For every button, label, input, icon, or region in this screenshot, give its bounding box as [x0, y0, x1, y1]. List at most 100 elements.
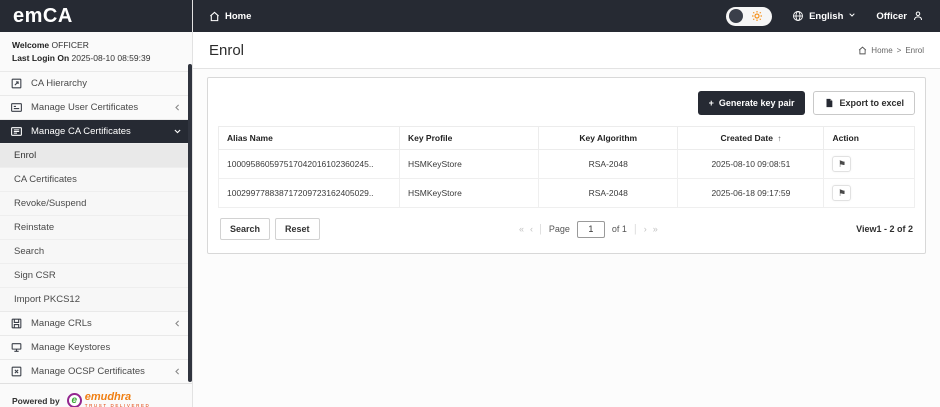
flag-icon: ⚑ [838, 159, 846, 170]
table-row: 100095860597517042016102360245.. HSMKeyS… [219, 150, 915, 179]
home-icon [209, 11, 220, 22]
language-selector[interactable]: English [792, 10, 856, 22]
flag-action-button[interactable]: ⚑ [832, 185, 851, 201]
sidebar-item-label: Manage CA Certificates [31, 126, 131, 137]
pagination: « ‹ | Page of 1 | › » [320, 221, 857, 238]
sidebar-item-enrol[interactable]: Enrol [0, 143, 192, 167]
certificate-icon [10, 125, 23, 138]
person-icon [912, 10, 924, 22]
certificates-table: Alias Name Key Profile Key Algorithm Cre… [218, 126, 915, 208]
page-header: Enrol Home > Enrol [193, 32, 940, 69]
emudhra-logo: e emudhra Trust Delivered [67, 392, 151, 407]
export-to-excel-button[interactable]: Export to excel [813, 91, 915, 115]
toggle-knob-icon [729, 9, 743, 23]
table-header-row: Alias Name Key Profile Key Algorithm Cre… [219, 127, 915, 150]
sidebar: emCA Welcome OFFICER Last Login On 2025-… [0, 0, 193, 407]
excel-file-icon [824, 98, 834, 108]
sidebar-item-manage-ocsp-certificates[interactable]: Manage OCSP Certificates [0, 359, 192, 383]
keystore-icon [10, 341, 23, 354]
breadcrumb-home[interactable]: Home [871, 46, 892, 55]
breadcrumb-current: Enrol [905, 46, 924, 55]
user-label: Officer [876, 11, 907, 22]
chevron-left-icon [173, 319, 182, 328]
topbar-home-link[interactable]: Home [209, 11, 251, 22]
sidebar-footer: Powered by e emudhra Trust Delivered [0, 383, 192, 407]
app-window: emCA Welcome OFFICER Last Login On 2025-… [0, 0, 940, 407]
last-page-button[interactable]: » [653, 224, 657, 234]
enrol-card: + Generate key pair Export to excel Alia… [207, 77, 926, 254]
app-logo: emCA [0, 0, 192, 32]
emudhra-brand-name: emudhra [85, 392, 151, 403]
pager-divider: | [634, 223, 637, 235]
flag-action-button[interactable]: ⚑ [832, 156, 851, 172]
first-page-button[interactable]: « [519, 224, 523, 234]
sidebar-item-reinstate[interactable]: Reinstate [0, 215, 192, 239]
plus-icon: + [709, 98, 714, 108]
sun-icon [751, 10, 763, 22]
save-disk-icon [10, 317, 23, 330]
sidebar-item-manage-crls[interactable]: Manage CRLs [0, 311, 192, 335]
powered-by-label: Powered by [12, 396, 60, 406]
cell-action: ⚑ [824, 179, 915, 208]
main-area: Home English Officer Enrol [193, 0, 940, 407]
previous-page-button[interactable]: ‹ [530, 224, 532, 234]
breadcrumb-separator: > [897, 46, 902, 55]
box-x-icon [10, 365, 23, 378]
cell-key-algorithm: RSA-2048 [539, 179, 678, 208]
theme-toggle[interactable] [726, 7, 772, 26]
page-number-input[interactable] [577, 221, 605, 238]
column-key-profile[interactable]: Key Profile [399, 127, 538, 150]
welcome-block: Welcome OFFICER Last Login On 2025-08-10… [0, 32, 192, 71]
chevron-down-icon [848, 11, 856, 22]
hierarchy-icon [10, 77, 23, 90]
cell-alias: 100095860597517042016102360245.. [219, 150, 400, 179]
cell-created-date: 2025-08-10 09:08:51 [678, 150, 824, 179]
cell-action: ⚑ [824, 150, 915, 179]
last-login-text: Last Login On 2025-08-10 08:59:39 [12, 52, 180, 65]
pager-divider: | [539, 223, 542, 235]
sidebar-item-ca-certificates[interactable]: CA Certificates [0, 167, 192, 191]
sidebar-menu: CA Hierarchy Manage User Certificates Ma… [0, 71, 192, 383]
sidebar-item-label: Manage CRLs [31, 318, 92, 329]
sidebar-item-revoke-suspend[interactable]: Revoke/Suspend [0, 191, 192, 215]
chevron-left-icon [173, 103, 182, 112]
id-card-icon [10, 101, 23, 114]
column-key-algorithm[interactable]: Key Algorithm [539, 127, 678, 150]
search-button[interactable]: Search [220, 218, 270, 240]
flag-icon: ⚑ [838, 188, 846, 199]
sidebar-item-manage-user-certificates[interactable]: Manage User Certificates [0, 95, 192, 119]
sidebar-item-sign-csr[interactable]: Sign CSR [0, 263, 192, 287]
sidebar-item-manage-ca-certificates[interactable]: Manage CA Certificates [0, 119, 192, 143]
chevron-down-icon [173, 127, 182, 136]
column-created-date[interactable]: Created Date ↑ [678, 127, 824, 150]
table-row: 100299778838717209723162405029.. HSMKeyS… [219, 179, 915, 208]
card-toolbar: + Generate key pair Export to excel [218, 91, 915, 115]
cell-key-algorithm: RSA-2048 [539, 150, 678, 179]
table-footer: Search Reset « ‹ | Page of 1 | › » V [218, 218, 915, 242]
column-alias-name[interactable]: Alias Name [219, 127, 400, 150]
globe-icon [792, 10, 804, 22]
welcome-text: Welcome OFFICER [12, 39, 180, 52]
sidebar-item-search[interactable]: Search [0, 239, 192, 263]
user-menu[interactable]: Officer [876, 10, 924, 22]
breadcrumb: Home > Enrol [858, 46, 924, 55]
page-title: Enrol [209, 42, 244, 59]
sidebar-item-manage-keystores[interactable]: Manage Keystores [0, 335, 192, 359]
sidebar-item-import-pkcs12[interactable]: Import PKCS12 [0, 287, 192, 311]
cell-created-date: 2025-06-18 09:17:59 [678, 179, 824, 208]
next-page-button[interactable]: › [644, 224, 646, 234]
page-content: + Generate key pair Export to excel Alia… [193, 69, 940, 407]
sidebar-item-label: Manage User Certificates [31, 102, 138, 113]
cell-key-profile: HSMKeyStore [399, 150, 538, 179]
generate-key-pair-button[interactable]: + Generate key pair [698, 91, 806, 115]
topbar: Home English Officer [193, 0, 940, 32]
chevron-left-icon [173, 367, 182, 376]
sidebar-item-label: Manage OCSP Certificates [31, 366, 145, 377]
cell-alias: 100299778838717209723162405029.. [219, 179, 400, 208]
column-action: Action [824, 127, 915, 150]
sidebar-scrollbar[interactable] [188, 64, 192, 382]
page-label: Page [549, 224, 570, 234]
sidebar-item-ca-hierarchy[interactable]: CA Hierarchy [0, 71, 192, 95]
language-label: English [809, 11, 843, 22]
reset-button[interactable]: Reset [275, 218, 320, 240]
